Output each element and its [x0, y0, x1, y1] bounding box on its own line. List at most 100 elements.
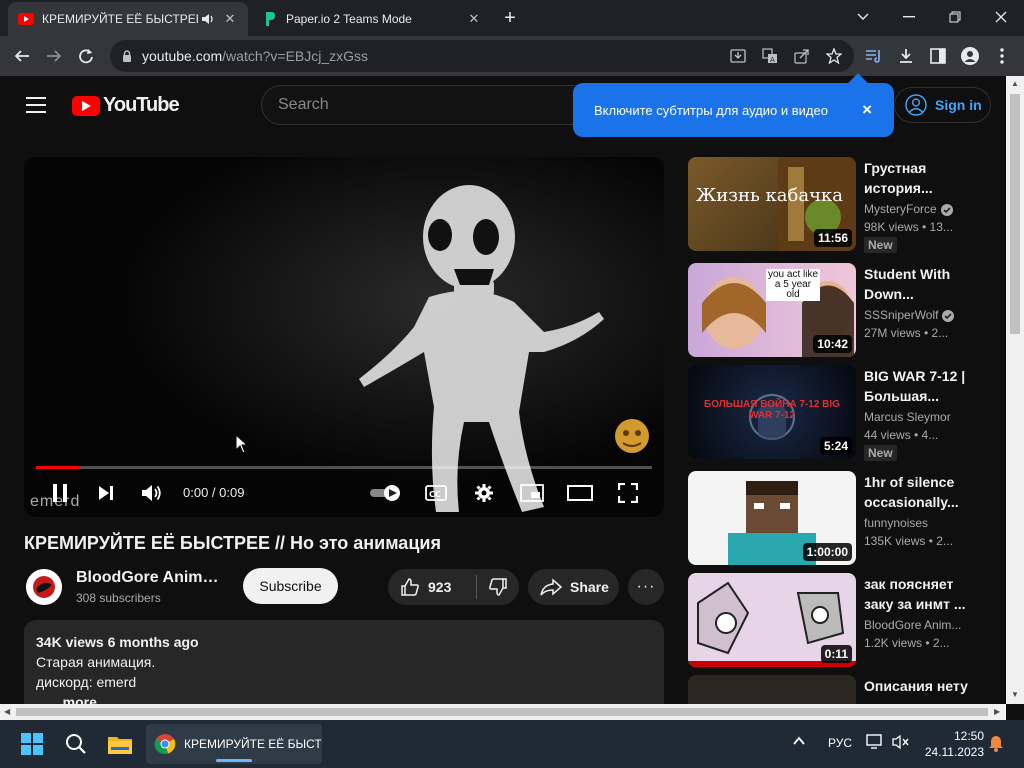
- system-clock[interactable]: 12:50 24.11.2023: [920, 728, 984, 760]
- tab-close-icon[interactable]: ✕: [222, 11, 238, 27]
- account-icon: [905, 94, 927, 116]
- url-path: /watch?v=EBJcj_zxGss: [222, 48, 369, 64]
- input-language[interactable]: РУС: [828, 736, 852, 750]
- install-app-icon[interactable]: [728, 46, 748, 66]
- youtube-logo[interactable]: YouTube: [72, 94, 180, 117]
- network-icon[interactable]: [866, 734, 884, 753]
- bookmark-star-icon[interactable]: [824, 46, 844, 66]
- tab-audio-icon[interactable]: [200, 11, 216, 27]
- scroll-left-arrow-icon[interactable]: ◀: [4, 707, 10, 716]
- recommendation-item[interactable]: you act like a 5 year old 10:42 Student …: [688, 263, 988, 359]
- recommendation-thumbnail[interactable]: [688, 675, 856, 704]
- forward-button[interactable]: [40, 42, 68, 70]
- channel-avatar[interactable]: [26, 569, 62, 605]
- recommendation-item[interactable]: БОЛЬШАЯ ВОЙНА 7-12 BIG WAR 7-12 5:24 BIG…: [688, 365, 988, 461]
- close-window-button[interactable]: [978, 4, 1024, 30]
- scroll-right-arrow-icon[interactable]: ▶: [994, 707, 1000, 716]
- address-bar[interactable]: youtube.com/watch?v=EBJcj_zxGss A: [110, 40, 854, 72]
- restore-button[interactable]: [932, 4, 978, 30]
- like-button[interactable]: 923: [388, 569, 476, 605]
- profile-icon[interactable]: [956, 42, 984, 70]
- subtitles-cc-icon[interactable]: CC: [420, 479, 452, 507]
- clock-date: 24.11.2023: [924, 745, 984, 759]
- recommendation-channel: funnynoises: [864, 516, 929, 530]
- theater-mode-icon[interactable]: [564, 479, 596, 507]
- progress-bar[interactable]: [36, 466, 652, 469]
- recommendation-meta: 1.2K views • 2...: [864, 636, 950, 650]
- recommendation-thumbnail[interactable]: 0:11: [688, 573, 856, 667]
- share-page-icon[interactable]: [792, 46, 812, 66]
- tab-youtube[interactable]: КРЕМИРУЙТЕ ЕЁ БЫСТРЕЕ / ✕: [8, 2, 248, 36]
- side-panel-icon[interactable]: [924, 42, 952, 70]
- fullscreen-icon[interactable]: [612, 479, 644, 507]
- recommendation-thumbnail[interactable]: БОЛЬШАЯ ВОЙНА 7-12 BIG WAR 7-12 5:24: [688, 365, 856, 459]
- minimize-button[interactable]: [886, 4, 932, 30]
- miniplayer-icon[interactable]: [516, 479, 548, 507]
- chrome-menu-icon[interactable]: [988, 42, 1016, 70]
- tab-close-icon[interactable]: ✕: [466, 11, 482, 27]
- next-button[interactable]: [90, 479, 122, 507]
- volume-muted-icon[interactable]: [892, 734, 910, 753]
- recommendation-title[interactable]: Student With Down...: [864, 264, 982, 304]
- lock-icon[interactable]: [122, 50, 132, 62]
- thumbnail-caption: БОЛЬШАЯ ВОЙНА 7-12 BIG WAR 7-12: [704, 399, 840, 421]
- recommendation-title[interactable]: 1hr of silence occasionally...: [864, 472, 982, 512]
- scroll-up-arrow-icon[interactable]: ▲: [1011, 79, 1019, 88]
- taskbar-chrome-window[interactable]: КРЕМИРУЙТЕ ЕЁ БЫСТР: [146, 724, 322, 764]
- recommendation-title[interactable]: BIG WAR 7-12 | Большая...: [864, 366, 982, 406]
- mouse-cursor-icon: [235, 434, 249, 454]
- search-input[interactable]: Search: [261, 85, 591, 125]
- more-actions-button[interactable]: ···: [628, 569, 664, 605]
- youtube-favicon-icon: [18, 11, 34, 27]
- tab-search-icon[interactable]: [840, 4, 886, 30]
- recommendation-title[interactable]: Описания нету: [864, 676, 982, 696]
- settings-gear-icon[interactable]: [468, 479, 500, 507]
- menu-hamburger-icon[interactable]: [22, 94, 50, 116]
- recommendation-item[interactable]: Описания нету: [688, 675, 988, 704]
- reload-button[interactable]: [72, 42, 100, 70]
- screen: КРЕМИРУЙТЕ ЕЁ БЫСТРЕЕ / ✕ Paper.io 2 Tea…: [0, 0, 1024, 768]
- notification-bell-icon[interactable]: [988, 734, 1004, 755]
- windows-start-icon[interactable]: [16, 728, 48, 760]
- media-controls-icon[interactable]: [860, 42, 888, 70]
- translate-icon[interactable]: A: [760, 46, 780, 66]
- scroll-down-arrow-icon[interactable]: ▼: [1011, 690, 1019, 699]
- logo-text: YouTube: [103, 94, 180, 116]
- back-button[interactable]: [8, 42, 36, 70]
- video-player[interactable]: emerd 0:00 / 0:09 CC: [24, 157, 664, 517]
- pause-button[interactable]: [44, 479, 76, 507]
- verified-icon: [940, 203, 953, 216]
- recommendation-thumbnail[interactable]: you act like a 5 year old 10:42: [688, 263, 856, 357]
- channel-name[interactable]: BloodGore Animat...: [76, 569, 226, 587]
- autoplay-toggle[interactable]: [368, 479, 404, 507]
- scrollbar-thumb[interactable]: [16, 708, 988, 716]
- recommendation-title[interactable]: Грустная история...: [864, 158, 982, 198]
- toast-text: Включите субтитры для аудио и видео: [594, 102, 828, 118]
- toast-close-icon[interactable]: ×: [862, 100, 872, 120]
- new-badge: New: [864, 445, 897, 461]
- recommendation-item[interactable]: Жизнь кабачка 11:56 Грустная история... …: [688, 157, 988, 253]
- downloads-icon[interactable]: [892, 42, 920, 70]
- scrollbar-thumb[interactable]: [1010, 94, 1020, 334]
- share-button[interactable]: Share: [528, 569, 619, 605]
- vertical-scrollbar[interactable]: ▲ ▼: [1006, 76, 1024, 704]
- tray-overflow-icon[interactable]: [792, 734, 806, 751]
- volume-icon[interactable]: [136, 479, 168, 507]
- horizontal-scrollbar[interactable]: ◀ ▶: [0, 704, 1006, 720]
- sign-in-button[interactable]: Sign in: [894, 87, 991, 123]
- tab-paperio[interactable]: Paper.io 2 Teams Mode ✕: [252, 2, 492, 36]
- recommendation-thumbnail[interactable]: Жизнь кабачка 11:56: [688, 157, 856, 251]
- taskbar-search-icon[interactable]: [60, 728, 92, 760]
- new-tab-button[interactable]: +: [498, 6, 522, 30]
- svg-text:A: A: [770, 56, 775, 64]
- subscribe-button[interactable]: Subscribe: [243, 568, 338, 604]
- dislike-button[interactable]: [477, 569, 519, 605]
- file-explorer-icon[interactable]: [104, 728, 136, 760]
- clock-time: 12:50: [953, 729, 984, 743]
- video-frame: [24, 157, 664, 517]
- recommendation-thumbnail[interactable]: 1:00:00: [688, 471, 856, 565]
- new-badge: New: [864, 237, 897, 253]
- recommendation-item[interactable]: 0:11 зак поясняет заку за инмт ... Blood…: [688, 573, 988, 669]
- recommendation-title[interactable]: зак поясняет заку за инмт ...: [864, 574, 982, 614]
- recommendation-item[interactable]: 1:00:00 1hr of silence occasionally... f…: [688, 471, 988, 567]
